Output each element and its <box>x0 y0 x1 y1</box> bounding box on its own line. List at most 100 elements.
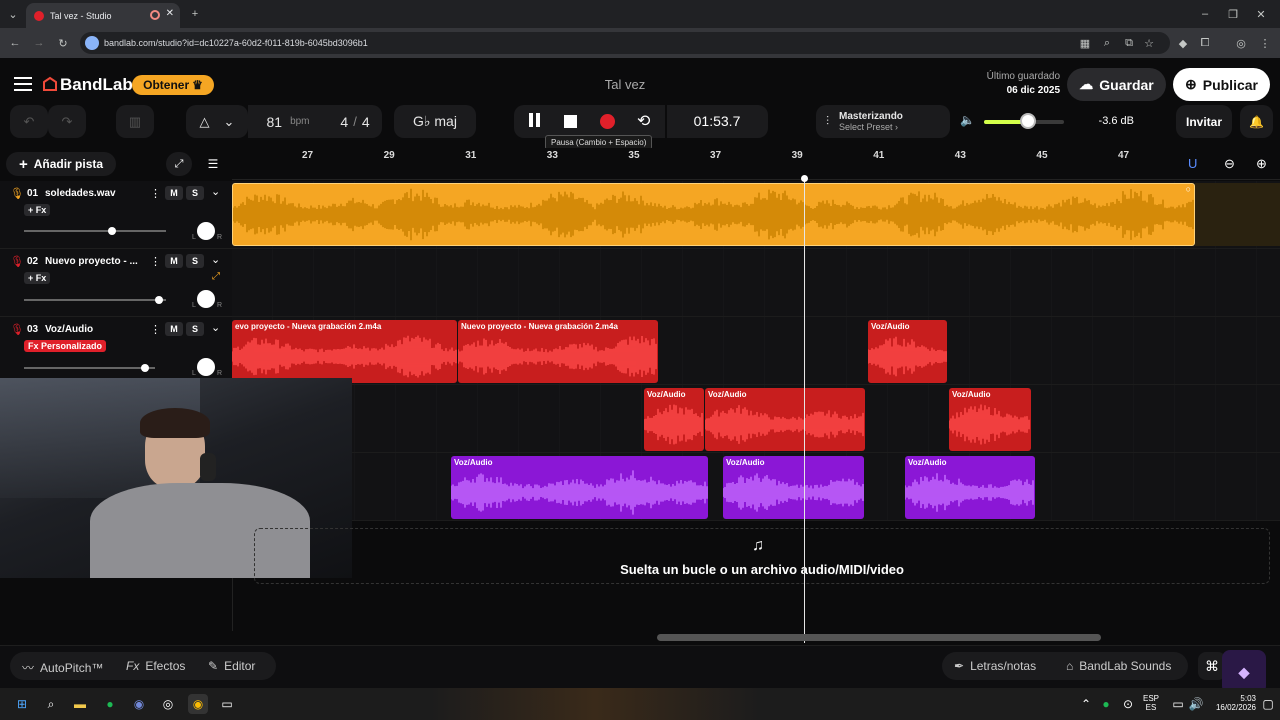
playhead[interactable] <box>804 178 805 643</box>
add-fx-button[interactable]: + Fx <box>24 272 51 284</box>
address-bar[interactable]: bandlab.com/studio?id=dc10227a-60d2-f011… <box>80 32 1170 54</box>
reload-icon[interactable]: ↻ <box>54 34 72 52</box>
audio-clip[interactable]: evo proyecto - Nueva grabación 2.m4a <box>232 320 457 383</box>
volume-icon[interactable]: 🔊 <box>1186 694 1206 714</box>
loop-button[interactable]: ⟲ <box>637 111 650 131</box>
tray-chevron-icon[interactable]: ⌃ <box>1076 694 1096 714</box>
pan-knob[interactable] <box>197 358 215 376</box>
instruments-button[interactable]: ▥ <box>116 105 154 138</box>
track-menu-icon[interactable]: ⋮ <box>150 187 161 200</box>
audio-clip[interactable]: Voz/Audio <box>644 388 704 451</box>
solo-button[interactable]: S <box>186 322 204 336</box>
automation-icon[interactable]: ⤢ <box>166 152 192 176</box>
editor-button[interactable]: ✎ Editor <box>208 659 255 673</box>
notification-icon[interactable]: ▢ <box>1258 694 1278 714</box>
snap-magnet-icon[interactable]: U <box>1188 156 1197 171</box>
publish-button[interactable]: ⊕ Publicar <box>1173 68 1270 101</box>
autopitch-button[interactable]: 〰 AutoPitch™ <box>22 659 103 676</box>
audio-clip[interactable]: Nuevo proyecto - Nueva grabación 2.m4a <box>458 320 658 383</box>
zoom-icon[interactable]: ⌕ <box>1098 34 1116 52</box>
language-indicator[interactable]: ESP ES <box>1143 694 1159 712</box>
clock[interactable]: 5:03 16/02/2026 <box>1206 694 1256 712</box>
save-button[interactable]: ☁ Guardar <box>1067 68 1166 101</box>
audio-clip[interactable]: Voz/Audio <box>705 388 865 451</box>
pan-knob[interactable] <box>197 222 215 240</box>
new-tab-icon[interactable]: + <box>186 5 204 23</box>
track-header-03[interactable]: 🎙 03 Voz/Audio ⋮ M S ⌄ Fx Personalizado … <box>0 317 232 385</box>
monitor-icon[interactable]: ▭ <box>1168 694 1188 714</box>
time-signature-field[interactable]: 4 / 4 <box>328 105 382 138</box>
undo-button[interactable]: ↶ <box>10 105 48 138</box>
track-name[interactable]: Voz/Audio <box>45 324 145 335</box>
obtener-button[interactable]: Obtener ♛ <box>132 75 214 95</box>
custom-fx-button[interactable]: Fx Personalizado <box>24 340 107 352</box>
browser-tab[interactable]: Tal vez - Studio ✕ <box>26 3 180 28</box>
chevron-down-icon[interactable]: ⌄ <box>211 253 220 266</box>
windows-start-icon[interactable]: ⊞ <box>12 694 32 714</box>
bandlab-sounds-button[interactable]: ⌂ BandLab Sounds <box>1066 659 1171 673</box>
audio-clip[interactable]: Voz/Audio <box>949 388 1031 451</box>
search-icon[interactable]: ⌕ <box>41 694 61 714</box>
invite-button[interactable]: Invitar <box>1176 105 1232 138</box>
mastering-button[interactable]: ⫶ Masterizando Select Preset › <box>816 105 950 138</box>
app-icon[interactable]: ◎ <box>158 694 178 714</box>
add-fx-button[interactable]: + Fx <box>24 204 51 216</box>
stop-button[interactable] <box>564 115 577 128</box>
site-info-icon[interactable] <box>85 36 99 50</box>
discord-icon[interactable]: ◉ <box>129 694 149 714</box>
automation-line-icon[interactable]: ⤢ <box>212 271 220 282</box>
tab-search-icon[interactable]: ⌄ <box>4 5 22 23</box>
forward-icon[interactable]: → <box>30 34 48 52</box>
clip-loop-handle-icon[interactable]: ○ <box>1186 184 1191 194</box>
track-menu-icon[interactable]: ⋮ <box>150 255 161 268</box>
solo-button[interactable]: S <box>186 254 204 268</box>
tab-close-icon[interactable]: ✕ <box>166 8 174 19</box>
reading-mode-icon[interactable]: ▦ <box>1076 34 1094 52</box>
track-settings-icon[interactable]: ☰ <box>200 152 226 176</box>
extension-icon[interactable]: ◆ <box>1174 34 1192 52</box>
metronome-button[interactable]: △ ⌄ <box>186 105 248 138</box>
bpm-field[interactable]: 81 bpm <box>248 105 328 138</box>
chevron-down-icon[interactable]: ⌄ <box>211 185 220 198</box>
file-explorer-icon[interactable]: ▬ <box>70 694 90 714</box>
zoom-in-icon[interactable]: ⊕ <box>1256 156 1267 172</box>
track-name[interactable]: Nuevo proyecto - ... <box>45 256 145 267</box>
maximize-icon[interactable]: ❐ <box>1224 5 1242 23</box>
chrome-menu-icon[interactable]: ⋮ <box>1256 34 1274 52</box>
track-lane-02[interactable] <box>232 249 1280 317</box>
tray-network-icon[interactable]: ⊙ <box>1118 694 1138 714</box>
minimize-icon[interactable]: – <box>1196 5 1214 23</box>
track-header-01[interactable]: 🎙 01 soledades.wav ⋮ M S ⌄ + Fx L R <box>0 181 232 249</box>
add-track-button[interactable]: + Añadir pista <box>6 152 116 176</box>
terminal-icon[interactable]: ▭ <box>217 694 237 714</box>
spotify-icon[interactable]: ● <box>100 694 120 714</box>
master-volume-slider[interactable] <box>984 113 1064 129</box>
key-selector[interactable]: G♭ maj <box>394 105 476 138</box>
project-title[interactable]: Tal vez <box>580 77 670 92</box>
playhead-handle[interactable] <box>801 175 808 182</box>
pause-button[interactable] <box>526 113 542 129</box>
lyrics-button[interactable]: ✒ Letras/notas <box>954 659 1036 673</box>
track-header-02[interactable]: 🎙 02 Nuevo proyecto - ... ⋮ M S ⌄ ⤢ + Fx… <box>0 249 232 317</box>
track-volume-slider[interactable] <box>24 296 166 304</box>
track-volume-slider[interactable] <box>24 364 155 372</box>
horizontal-scrollbar[interactable] <box>657 634 1101 641</box>
solo-button[interactable]: S <box>186 186 204 200</box>
track-name[interactable]: soledades.wav <box>45 188 145 199</box>
close-window-icon[interactable]: ✕ <box>1252 5 1270 23</box>
zoom-out-icon[interactable]: ⊖ <box>1224 156 1235 172</box>
bell-icon[interactable]: 🔔 <box>1240 105 1273 138</box>
extensions-puzzle-icon[interactable]: ⧠ <box>1196 34 1214 52</box>
mute-button[interactable]: M <box>165 322 183 336</box>
record-button[interactable] <box>600 114 615 129</box>
chevron-down-icon[interactable]: ⌄ <box>224 114 235 130</box>
chrome-icon[interactable]: ◉ <box>188 694 208 714</box>
cast-icon[interactable]: ⧉ <box>1120 34 1138 52</box>
chevron-down-icon[interactable]: ⌄ <box>211 321 220 334</box>
profile-icon[interactable]: ◎ <box>1232 34 1250 52</box>
audio-clip[interactable]: Voz/Audio <box>451 456 708 519</box>
effects-button[interactable]: Fx Efectos <box>126 659 185 673</box>
speaker-icon[interactable]: 🔈 <box>960 113 975 127</box>
pan-knob[interactable] <box>197 290 215 308</box>
mute-button[interactable]: M <box>165 254 183 268</box>
